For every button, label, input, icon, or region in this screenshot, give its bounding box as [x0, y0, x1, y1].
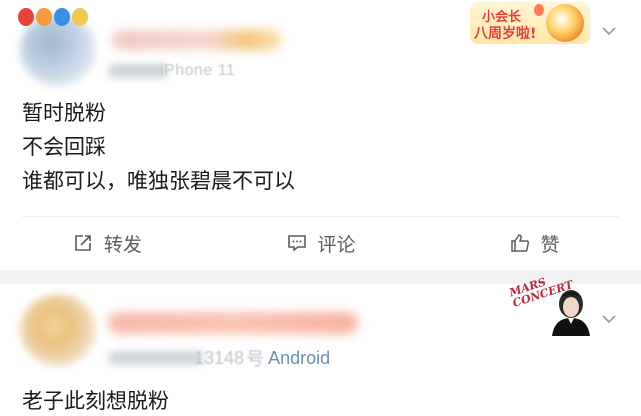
badge-line-2: 八周岁啦! — [474, 26, 537, 42]
post-card: iPhone 11 小会长 八周岁啦! 暂时脱粉 不会回踩 谁都可以，唯独张碧晨… — [0, 0, 641, 270]
post-card: 13148 号 Android MARS CONCERT 老子此刻想脱粉 — [0, 275, 641, 416]
action-bar: 转发 评论 赞 — [0, 220, 641, 266]
post-content: 老子此刻想脱粉 — [22, 384, 169, 416]
avatar[interactable] — [20, 294, 96, 366]
mascot-icon — [546, 4, 584, 42]
username[interactable] — [108, 312, 358, 334]
content-line: 老子此刻想脱粉 — [22, 389, 169, 413]
repost-icon — [75, 235, 91, 251]
post-time — [108, 64, 168, 78]
post-time-suffix: 号 — [246, 349, 265, 369]
comment-button[interactable]: 评论 — [214, 220, 428, 266]
post-source: iPhone 11 — [160, 62, 236, 79]
chevron-down-icon[interactable] — [600, 310, 618, 328]
avatar-decoration — [18, 4, 88, 30]
post-source[interactable]: Android — [268, 348, 330, 369]
divider — [22, 216, 619, 217]
content-line: 暂时脱粉 — [22, 101, 106, 125]
like-icon — [510, 234, 529, 252]
weibo-feed: iPhone 11 小会长 八周岁啦! 暂时脱粉 不会回踩 谁都可以，唯独张碧晨… — [0, 0, 641, 416]
repost-button[interactable]: 转发 — [0, 220, 214, 266]
post-meta: iPhone 11 — [108, 60, 235, 82]
repost-label: 转发 — [103, 233, 142, 256]
post-time: 13148 — [194, 347, 245, 368]
like-label: 赞 — [540, 233, 560, 256]
member-anniversary-badge[interactable]: 小会长 八周岁啦! — [470, 2, 590, 44]
username[interactable] — [112, 30, 282, 50]
content-line: 谁都可以，唯独张碧晨不可以 — [22, 169, 295, 193]
post-content: 暂时脱粉 不会回踩 谁都可以，唯独张碧晨不可以 — [22, 96, 295, 198]
content-line: 不会回踩 — [22, 135, 106, 159]
chevron-down-icon[interactable] — [600, 22, 618, 40]
post-time-blurred — [108, 351, 204, 365]
comment-icon — [287, 235, 306, 252]
concert-badge[interactable]: MARS CONCERT — [508, 275, 600, 336]
post-meta: 13148 号 Android — [108, 346, 330, 370]
comment-label: 评论 — [317, 233, 356, 256]
singer-avatar-icon — [552, 290, 590, 336]
balloon-icon — [534, 4, 544, 16]
like-button[interactable]: 赞 — [427, 220, 641, 266]
